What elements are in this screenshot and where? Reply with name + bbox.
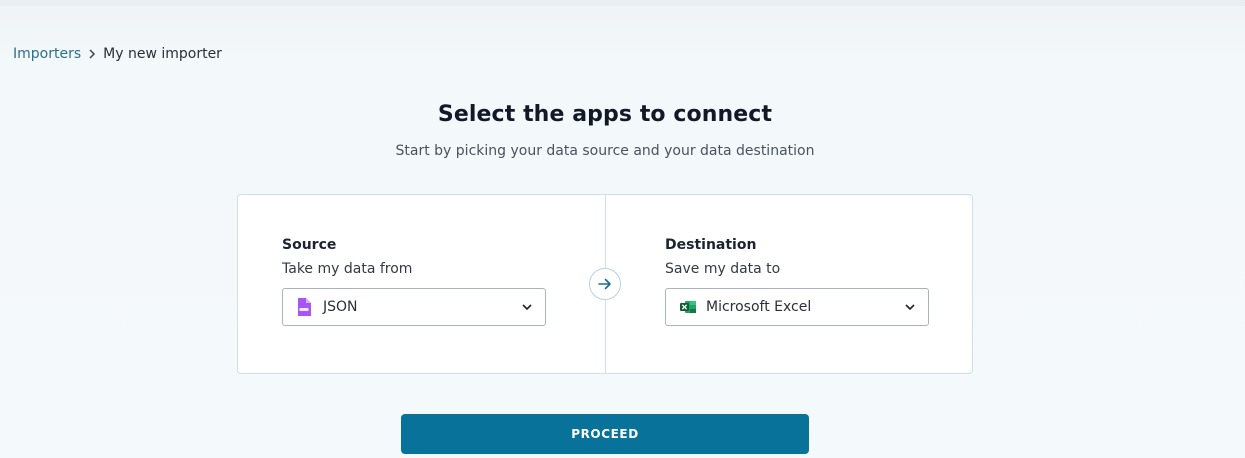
breadcrumb-current: My new importer [103, 46, 222, 62]
page-subtitle: Start by picking your data source and yo… [395, 143, 815, 159]
source-title: Source [282, 237, 337, 253]
json-file-icon [297, 297, 313, 317]
breadcrumb-importers-link[interactable]: Importers [13, 46, 81, 62]
proceed-button[interactable]: PROCEED [401, 414, 809, 454]
source-panel: Source Take my data from JSON [282, 195, 546, 373]
page-title: Select the apps to connect [437, 102, 773, 127]
chevron-down-icon [509, 289, 545, 325]
chevron-right-icon [81, 45, 103, 63]
source-subtitle: Take my data from [282, 261, 413, 277]
destination-select-value: Microsoft Excel [706, 299, 812, 315]
top-bar [0, 0, 1245, 6]
breadcrumb: Importers My new importer [13, 45, 222, 63]
source-select-value: JSON [323, 299, 358, 315]
arrow-right-icon [589, 268, 621, 300]
source-select[interactable]: JSON [282, 288, 546, 326]
destination-select[interactable]: Microsoft Excel [665, 288, 929, 326]
destination-subtitle: Save my data to [665, 261, 781, 277]
chevron-down-icon [892, 289, 928, 325]
destination-title: Destination [665, 237, 757, 253]
excel-icon [680, 297, 696, 317]
destination-panel: Destination Save my data to Microsoft Ex… [665, 195, 929, 373]
connect-apps-card: Source Take my data from JSON Destinatio… [237, 194, 973, 374]
